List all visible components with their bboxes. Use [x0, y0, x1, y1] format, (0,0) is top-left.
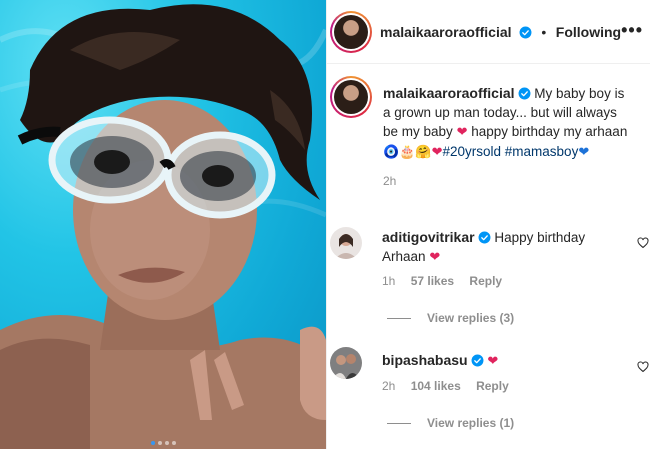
caption-text: malaikaaroraofficial My baby boy is a gr… — [383, 84, 635, 191]
post-photo[interactable] — [0, 0, 326, 449]
post-timestamp[interactable]: 2h — [383, 172, 635, 191]
red-heart-emoji-icon: ❤ — [429, 250, 441, 265]
comment-meta: 1h 57 likes Reply — [382, 274, 502, 288]
view-replies-button[interactable]: View replies (3) — [387, 311, 514, 325]
comment-timestamp[interactable]: 1h — [382, 274, 395, 288]
comment-likes[interactable]: 104 likes — [411, 379, 461, 393]
replies-divider — [387, 317, 411, 319]
red-heart-emoji-icon: ❤ — [431, 145, 443, 160]
carousel-dot[interactable] — [171, 441, 176, 445]
red-heart-emoji-icon: ❤ — [456, 125, 468, 140]
commenter-avatar[interactable] — [330, 347, 362, 379]
caption-emojis-icon: 🧿🎂🤗 — [383, 145, 432, 160]
blue-heart-emoji-icon: ❤ — [578, 145, 590, 160]
carousel-dot[interactable] — [164, 441, 169, 445]
caption-author-username[interactable]: malaikaaroraofficial — [383, 85, 515, 101]
comment-likes[interactable]: 57 likes — [411, 274, 454, 288]
verified-badge-icon — [471, 354, 484, 367]
caption-avatar-image — [334, 80, 368, 114]
hashtag-link[interactable]: #20yrsold — [442, 144, 501, 159]
red-heart-emoji-icon: ❤ — [487, 354, 499, 369]
more-options-icon[interactable]: ••• — [621, 20, 643, 41]
view-replies-button[interactable]: View replies (1) — [387, 416, 514, 430]
author-avatar-image — [334, 15, 368, 49]
underwater-selfie-image — [0, 4, 326, 449]
caption-author-avatar[interactable] — [330, 76, 372, 118]
caption-tail: happy birthday my arhaan — [471, 124, 628, 139]
header-separator: • — [541, 24, 547, 40]
commenter-username[interactable]: aditigovitrikar — [382, 229, 475, 245]
view-replies-label: View replies (1) — [427, 416, 515, 430]
comment-text: aditigovitrikar Happy birthday Arhaan ❤ — [382, 228, 627, 267]
view-replies-label: View replies (3) — [427, 311, 515, 325]
comment-text: bipashabasu ❤ — [382, 351, 627, 371]
commenter-username[interactable]: bipashabasu — [382, 352, 468, 368]
author-avatar[interactable] — [330, 11, 372, 53]
comment-meta: 2h 104 likes Reply — [382, 379, 509, 393]
commenter-avatar[interactable] — [330, 227, 362, 259]
reply-button[interactable]: Reply — [469, 274, 502, 288]
post-details-panel: malaikaaroraofficial • Following ••• mal… — [326, 0, 650, 449]
post-header: malaikaaroraofficial • Following ••• — [327, 0, 650, 64]
reply-button[interactable]: Reply — [476, 379, 509, 393]
verified-badge-icon — [519, 26, 532, 39]
verified-badge-icon — [478, 231, 491, 244]
hashtag-link[interactable]: #mamasboy — [505, 144, 579, 159]
carousel-dot[interactable] — [150, 441, 155, 445]
commenter-avatar-image — [330, 227, 362, 259]
author-username[interactable]: malaikaaroraofficial — [380, 24, 512, 40]
commenter-avatar-image — [330, 347, 362, 379]
comment-timestamp[interactable]: 2h — [382, 379, 395, 393]
following-button[interactable]: Following — [556, 24, 621, 40]
heart-outline-icon[interactable] — [637, 361, 649, 373]
heart-outline-icon[interactable] — [637, 237, 649, 249]
carousel-indicator — [0, 441, 326, 445]
verified-badge-icon — [518, 87, 530, 100]
carousel-dot[interactable] — [157, 441, 162, 445]
replies-divider — [387, 422, 411, 424]
